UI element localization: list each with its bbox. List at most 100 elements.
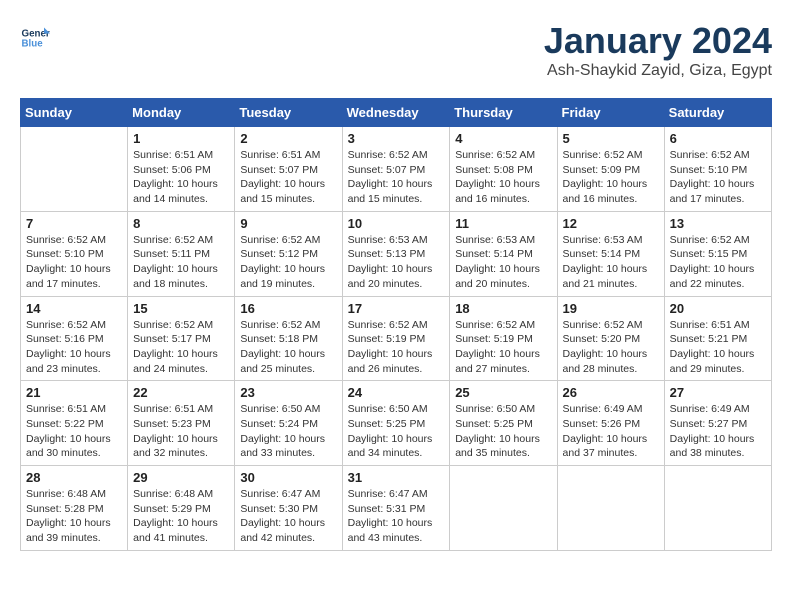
day-number: 3 [348, 131, 445, 146]
day-number: 2 [240, 131, 336, 146]
day-number: 4 [455, 131, 551, 146]
calendar-cell: 26 Sunrise: 6:49 AMSunset: 5:26 PMDayligh… [557, 381, 664, 466]
day-info: Sunrise: 6:51 AMSunset: 5:06 PMDaylight:… [133, 148, 229, 207]
header-day-friday: Friday [557, 99, 664, 127]
day-number: 30 [240, 470, 336, 485]
day-number: 10 [348, 216, 445, 231]
day-info: Sunrise: 6:52 AMSunset: 5:11 PMDaylight:… [133, 233, 229, 292]
day-info: Sunrise: 6:48 AMSunset: 5:28 PMDaylight:… [26, 487, 122, 546]
calendar-cell: 1 Sunrise: 6:51 AMSunset: 5:06 PMDaylight… [128, 127, 235, 212]
day-info: Sunrise: 6:53 AMSunset: 5:14 PMDaylight:… [455, 233, 551, 292]
day-info: Sunrise: 6:52 AMSunset: 5:19 PMDaylight:… [348, 318, 445, 377]
calendar-cell [664, 466, 771, 551]
calendar-body: 1 Sunrise: 6:51 AMSunset: 5:06 PMDaylight… [21, 127, 772, 551]
day-number: 5 [563, 131, 659, 146]
day-info: Sunrise: 6:47 AMSunset: 5:31 PMDaylight:… [348, 487, 445, 546]
calendar-week-2: 7Sunrise: 6:52 AMSunset: 5:10 PMDaylight… [21, 211, 772, 296]
day-info: Sunrise: 6:50 AMSunset: 5:24 PMDaylight:… [240, 402, 336, 461]
calendar-cell: 31 Sunrise: 6:47 AMSunset: 5:31 PMDayligh… [342, 466, 450, 551]
title-section: January 2024 Ash-Shaykid Zayid, Giza, Eg… [544, 20, 772, 80]
day-number: 16 [240, 301, 336, 316]
day-info: Sunrise: 6:52 AMSunset: 5:15 PMDaylight:… [670, 233, 766, 292]
day-info: Sunrise: 6:52 AMSunset: 5:19 PMDaylight:… [455, 318, 551, 377]
day-info: Sunrise: 6:53 AMSunset: 5:13 PMDaylight:… [348, 233, 445, 292]
day-info: Sunrise: 6:49 AMSunset: 5:26 PMDaylight:… [563, 402, 659, 461]
day-number: 21 [26, 385, 122, 400]
calendar-cell: 19Sunrise: 6:52 AMSunset: 5:20 PMDayligh… [557, 296, 664, 381]
svg-text:Blue: Blue [22, 38, 44, 49]
calendar-header-row: SundayMondayTuesdayWednesdayThursdayFrid… [21, 99, 772, 127]
day-info: Sunrise: 6:52 AMSunset: 5:20 PMDaylight:… [563, 318, 659, 377]
calendar-cell: 10 Sunrise: 6:53 AMSunset: 5:13 PMDayligh… [342, 211, 450, 296]
day-number: 1 [133, 131, 229, 146]
day-number: 13 [670, 216, 766, 231]
logo: General Blue [20, 20, 54, 50]
day-number: 9 [240, 216, 336, 231]
day-number: 27 [670, 385, 766, 400]
calendar-cell: 13 Sunrise: 6:52 AMSunset: 5:15 PMDayligh… [664, 211, 771, 296]
calendar-cell: 15 Sunrise: 6:52 AMSunset: 5:17 PMDayligh… [128, 296, 235, 381]
calendar-week-5: 28 Sunrise: 6:48 AMSunset: 5:28 PMDayligh… [21, 466, 772, 551]
day-number: 18 [455, 301, 551, 316]
day-number: 11 [455, 216, 551, 231]
day-number: 12 [563, 216, 659, 231]
calendar-cell: 3 Sunrise: 6:52 AMSunset: 5:07 PMDaylight… [342, 127, 450, 212]
calendar-cell: 17 Sunrise: 6:52 AMSunset: 5:19 PMDayligh… [342, 296, 450, 381]
calendar-cell: 30 Sunrise: 6:47 AMSunset: 5:30 PMDayligh… [235, 466, 342, 551]
day-info: Sunrise: 6:51 AMSunset: 5:21 PMDaylight:… [670, 318, 766, 377]
day-number: 31 [348, 470, 445, 485]
day-number: 17 [348, 301, 445, 316]
day-info: Sunrise: 6:52 AMSunset: 5:12 PMDaylight:… [240, 233, 336, 292]
header-day-saturday: Saturday [664, 99, 771, 127]
day-info: Sunrise: 6:50 AMSunset: 5:25 PMDaylight:… [348, 402, 445, 461]
header-day-thursday: Thursday [450, 99, 557, 127]
day-number: 15 [133, 301, 229, 316]
calendar-cell [557, 466, 664, 551]
day-info: Sunrise: 6:50 AMSunset: 5:25 PMDaylight:… [455, 402, 551, 461]
day-number: 24 [348, 385, 445, 400]
day-info: Sunrise: 6:53 AMSunset: 5:14 PMDaylight:… [563, 233, 659, 292]
calendar-cell: 9 Sunrise: 6:52 AMSunset: 5:12 PMDaylight… [235, 211, 342, 296]
calendar-week-3: 14 Sunrise: 6:52 AMSunset: 5:16 PMDayligh… [21, 296, 772, 381]
calendar-cell: 16 Sunrise: 6:52 AMSunset: 5:18 PMDayligh… [235, 296, 342, 381]
calendar-cell: 23Sunrise: 6:50 AMSunset: 5:24 PMDayligh… [235, 381, 342, 466]
day-number: 26 [563, 385, 659, 400]
calendar-table: SundayMondayTuesdayWednesdayThursdayFrid… [20, 98, 772, 551]
day-info: Sunrise: 6:49 AMSunset: 5:27 PMDaylight:… [670, 402, 766, 461]
calendar-cell: 14 Sunrise: 6:52 AMSunset: 5:16 PMDayligh… [21, 296, 128, 381]
calendar-cell: 20Sunrise: 6:51 AMSunset: 5:21 PMDayligh… [664, 296, 771, 381]
calendar-cell: 24 Sunrise: 6:50 AMSunset: 5:25 PMDayligh… [342, 381, 450, 466]
calendar-week-1: 1 Sunrise: 6:51 AMSunset: 5:06 PMDaylight… [21, 127, 772, 212]
calendar-cell: 11 Sunrise: 6:53 AMSunset: 5:14 PMDayligh… [450, 211, 557, 296]
day-info: Sunrise: 6:51 AMSunset: 5:22 PMDaylight:… [26, 402, 122, 461]
day-info: Sunrise: 6:52 AMSunset: 5:10 PMDaylight:… [670, 148, 766, 207]
calendar-cell: 6Sunrise: 6:52 AMSunset: 5:10 PMDaylight… [664, 127, 771, 212]
day-info: Sunrise: 6:52 AMSunset: 5:07 PMDaylight:… [348, 148, 445, 207]
day-number: 25 [455, 385, 551, 400]
day-info: Sunrise: 6:47 AMSunset: 5:30 PMDaylight:… [240, 487, 336, 546]
calendar-cell: 18 Sunrise: 6:52 AMSunset: 5:19 PMDayligh… [450, 296, 557, 381]
day-number: 14 [26, 301, 122, 316]
day-info: Sunrise: 6:48 AMSunset: 5:29 PMDaylight:… [133, 487, 229, 546]
location-title: Ash-Shaykid Zayid, Giza, Egypt [544, 62, 772, 80]
header-day-tuesday: Tuesday [235, 99, 342, 127]
day-info: Sunrise: 6:51 AMSunset: 5:23 PMDaylight:… [133, 402, 229, 461]
calendar-cell: 27 Sunrise: 6:49 AMSunset: 5:27 PMDayligh… [664, 381, 771, 466]
day-number: 28 [26, 470, 122, 485]
calendar-cell: 28 Sunrise: 6:48 AMSunset: 5:28 PMDayligh… [21, 466, 128, 551]
day-info: Sunrise: 6:52 AMSunset: 5:10 PMDaylight:… [26, 233, 122, 292]
day-info: Sunrise: 6:52 AMSunset: 5:16 PMDaylight:… [26, 318, 122, 377]
header-day-monday: Monday [128, 99, 235, 127]
calendar-cell: 22 Sunrise: 6:51 AMSunset: 5:23 PMDayligh… [128, 381, 235, 466]
calendar-cell: 12 Sunrise: 6:53 AMSunset: 5:14 PMDayligh… [557, 211, 664, 296]
calendar-cell: 7Sunrise: 6:52 AMSunset: 5:10 PMDaylight… [21, 211, 128, 296]
day-info: Sunrise: 6:52 AMSunset: 5:08 PMDaylight:… [455, 148, 551, 207]
day-number: 22 [133, 385, 229, 400]
day-info: Sunrise: 6:52 AMSunset: 5:17 PMDaylight:… [133, 318, 229, 377]
day-info: Sunrise: 6:52 AMSunset: 5:18 PMDaylight:… [240, 318, 336, 377]
calendar-cell: 25 Sunrise: 6:50 AMSunset: 5:25 PMDayligh… [450, 381, 557, 466]
calendar-cell: 29 Sunrise: 6:48 AMSunset: 5:29 PMDayligh… [128, 466, 235, 551]
calendar-cell [21, 127, 128, 212]
day-info: Sunrise: 6:52 AMSunset: 5:09 PMDaylight:… [563, 148, 659, 207]
day-number: 29 [133, 470, 229, 485]
